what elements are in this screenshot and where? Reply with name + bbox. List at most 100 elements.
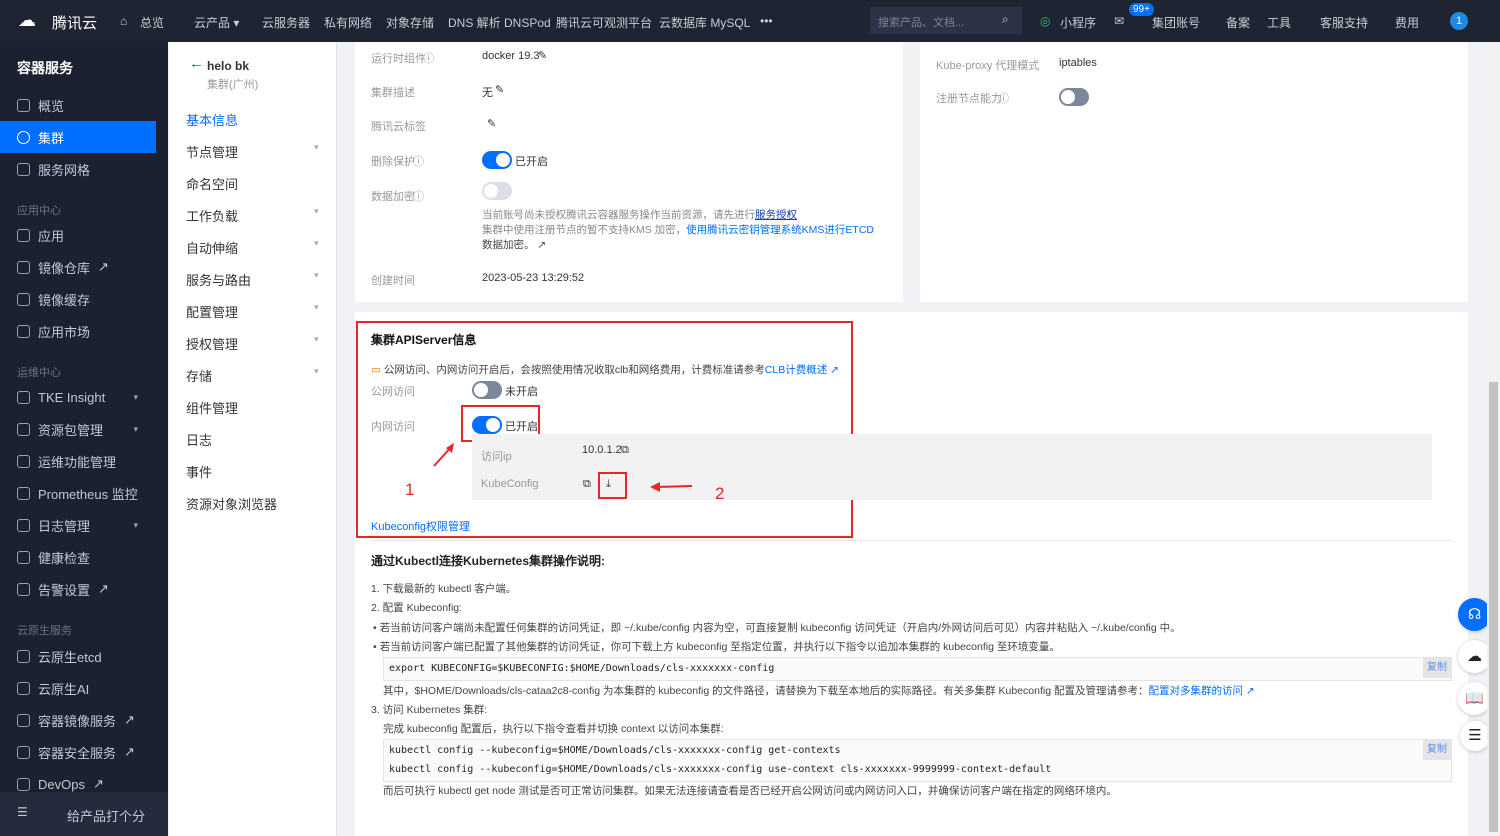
tag-label: 腾讯云标签 — [371, 121, 426, 133]
edit-icon[interactable]: ✎ — [538, 49, 547, 62]
multi-cluster-link[interactable]: 配置对多集群的访问 — [1149, 685, 1244, 697]
copy-button[interactable]: 复制 — [1423, 658, 1451, 678]
nav-item[interactable]: 自动伸缩 ▾ — [186, 238, 319, 257]
scrollbar[interactable] — [1487, 42, 1500, 836]
delete-protect-label: 删除保护 — [371, 156, 415, 168]
chevron-down-icon: ▾ — [133, 391, 138, 402]
nav-item[interactable]: 授权管理 ▾ — [186, 334, 319, 353]
apiserver-title: 集群APIServer信息 — [371, 333, 477, 347]
step-2: 2. 配置 Kubeconfig: — [371, 602, 463, 614]
search-input[interactable]: 搜索产品、文档... ⌕ — [870, 7, 1022, 34]
nav-item[interactable]: 日志 — [186, 430, 212, 449]
nav-link[interactable]: DNS 解析 DNSPod — [448, 14, 551, 31]
nav-item[interactable]: 存储 ▾ — [186, 366, 319, 385]
nav-link[interactable]: 腾讯云可观测平台 — [556, 14, 652, 31]
mail-icon[interactable]: ✉ — [1114, 14, 1124, 28]
sidebar-item[interactable]: 健康检查 — [0, 541, 156, 573]
nav-item[interactable]: 命名空间 — [186, 174, 238, 193]
chevron-down-icon: ▾ — [314, 270, 319, 280]
miniprogram-link[interactable]: 小程序 — [1060, 14, 1096, 31]
sidebar-item[interactable]: 资源包管理 ▾ — [0, 413, 156, 445]
more-button[interactable]: ••• — [760, 14, 773, 28]
warning-icon: ▭ — [371, 364, 381, 376]
kms-link[interactable]: 使用腾讯云密钥管理系统KMS进行ETCD — [686, 224, 874, 236]
notice-text: 公网访问、内网访问开启后，会按照使用情况收取clb和网络费用，计费标准请参考 — [383, 364, 765, 376]
final-note: 而后可执行 kubectl get node 测试是否可正常访问集群。如果无法连… — [383, 785, 1117, 797]
products-menu[interactable]: 云产品 ▾ — [194, 14, 239, 31]
beian-link[interactable]: 备案 — [1226, 14, 1250, 31]
download-icon[interactable]: ⤓ — [606, 478, 611, 491]
chevron-down-icon: ▾ — [133, 519, 138, 530]
sidebar-item[interactable]: 告警设置 ↗ — [0, 573, 156, 605]
register-node-toggle[interactable] — [1059, 88, 1089, 106]
home-link[interactable]: 总览 — [140, 14, 164, 31]
nav-link[interactable]: 云数据库 MySQL — [659, 14, 750, 31]
annotation-2: 2 — [715, 484, 725, 503]
logo[interactable]: 腾讯云 — [52, 12, 97, 33]
nav-item[interactable]: 组件管理 — [186, 398, 238, 417]
sidebar-item[interactable]: Prometheus 监控 — [0, 477, 156, 509]
tools-menu[interactable]: 工具 — [1267, 14, 1291, 31]
sidebar-item[interactable]: 运维功能管理 — [0, 445, 156, 477]
sidebar-item-overview[interactable]: 概览 — [0, 89, 156, 121]
search-icon[interactable]: ⌕ — [1002, 12, 1009, 27]
clb-billing-link[interactable]: CLB计费概述 — [765, 364, 827, 376]
copy-button[interactable]: 复制 — [1423, 740, 1451, 760]
nav-item[interactable]: 配置管理 ▾ — [186, 302, 319, 321]
sidebar-item[interactable]: 镜像仓库 ↗ — [0, 251, 156, 283]
collapse-icon[interactable]: ☰ — [17, 805, 28, 819]
encryption-toggle[interactable] — [482, 182, 512, 200]
copy-icon[interactable]: ⧉ — [621, 444, 629, 457]
copy-icon[interactable]: ⧉ — [583, 478, 591, 491]
service-auth-link[interactable]: 服务授权 — [755, 209, 797, 221]
sidebar-item[interactable]: 云原生AI — [0, 672, 156, 704]
kube-proxy-value: iptables — [1059, 57, 1097, 69]
sidebar-item[interactable]: 日志管理 ▾ — [0, 509, 156, 541]
sidebar-item-cluster[interactable]: 集群 — [0, 121, 156, 153]
nav-basic-info[interactable]: 基本信息 — [186, 110, 238, 129]
public-access-toggle[interactable] — [472, 381, 502, 399]
sidebar-item[interactable]: 镜像缓存 — [0, 283, 156, 315]
nav-item[interactable]: 节点管理 ▾ — [186, 142, 319, 161]
sidebar-item[interactable]: TKE Insight ▾ — [0, 381, 156, 413]
nav-item[interactable]: 服务与路由 ▾ — [186, 270, 319, 289]
kubeconfig-permission-link[interactable]: Kubeconfig权限管理 — [371, 518, 470, 534]
cache-icon — [17, 292, 30, 306]
nav-item[interactable]: 事件 — [186, 462, 212, 481]
code-line: kubectl config --kubeconfig=$HOME/Downlo… — [389, 745, 841, 756]
label: 存储 — [186, 369, 213, 384]
sidebar-item[interactable]: 云原生etcd — [0, 640, 156, 672]
support-menu[interactable]: 客服支持 — [1320, 14, 1368, 31]
sidebar-item[interactable]: 应用市场 — [0, 315, 156, 347]
edit-icon[interactable]: ✎ — [495, 83, 504, 96]
nav-link[interactable]: 云服务器 — [262, 14, 310, 31]
kube-proxy-label: Kube-proxy 代理模式 — [936, 60, 1040, 72]
sidebar-item[interactable]: 容器镜像服务 ↗ — [0, 704, 156, 736]
sidebar-item[interactable]: 应用 — [0, 219, 156, 251]
edit-icon[interactable]: ✎ — [487, 117, 496, 130]
nav-item[interactable]: 工作负载 ▾ — [186, 206, 319, 225]
list-icon[interactable]: ☰ — [1460, 721, 1490, 751]
avatar[interactable]: 1 — [1450, 12, 1468, 30]
health-icon — [17, 550, 30, 564]
nav-link[interactable]: 私有网络 — [324, 14, 372, 31]
external-link-icon: ↗ — [537, 239, 547, 251]
kms-link-cont[interactable]: 数据加密。 ↗ — [482, 237, 546, 252]
cloud-logo-icon[interactable]: ☁ — [18, 10, 36, 31]
infinity-icon — [17, 777, 30, 791]
private-access-toggle[interactable] — [472, 416, 502, 434]
billing-menu[interactable]: 费用 — [1395, 14, 1419, 31]
back-arrow-icon[interactable]: ← — [189, 55, 204, 72]
group-label: 应用中心 — [17, 205, 61, 217]
info-icon: ⓘ — [413, 156, 424, 168]
sidebar-item-mesh[interactable]: 服务网格 — [0, 153, 156, 185]
group-account-menu[interactable]: 集团账号 — [1152, 14, 1200, 31]
rate-link[interactable]: 给产品打个分 — [67, 806, 145, 825]
grid-icon — [17, 98, 30, 112]
desc-label: 集群描述 — [371, 87, 415, 99]
scrollbar-thumb[interactable] — [1489, 382, 1498, 832]
sidebar-item[interactable]: 容器安全服务 ↗ — [0, 736, 156, 768]
delete-protect-toggle[interactable] — [482, 151, 512, 169]
nav-link[interactable]: 对象存储 — [386, 14, 434, 31]
nav-item[interactable]: 资源对象浏览器 — [186, 494, 277, 513]
